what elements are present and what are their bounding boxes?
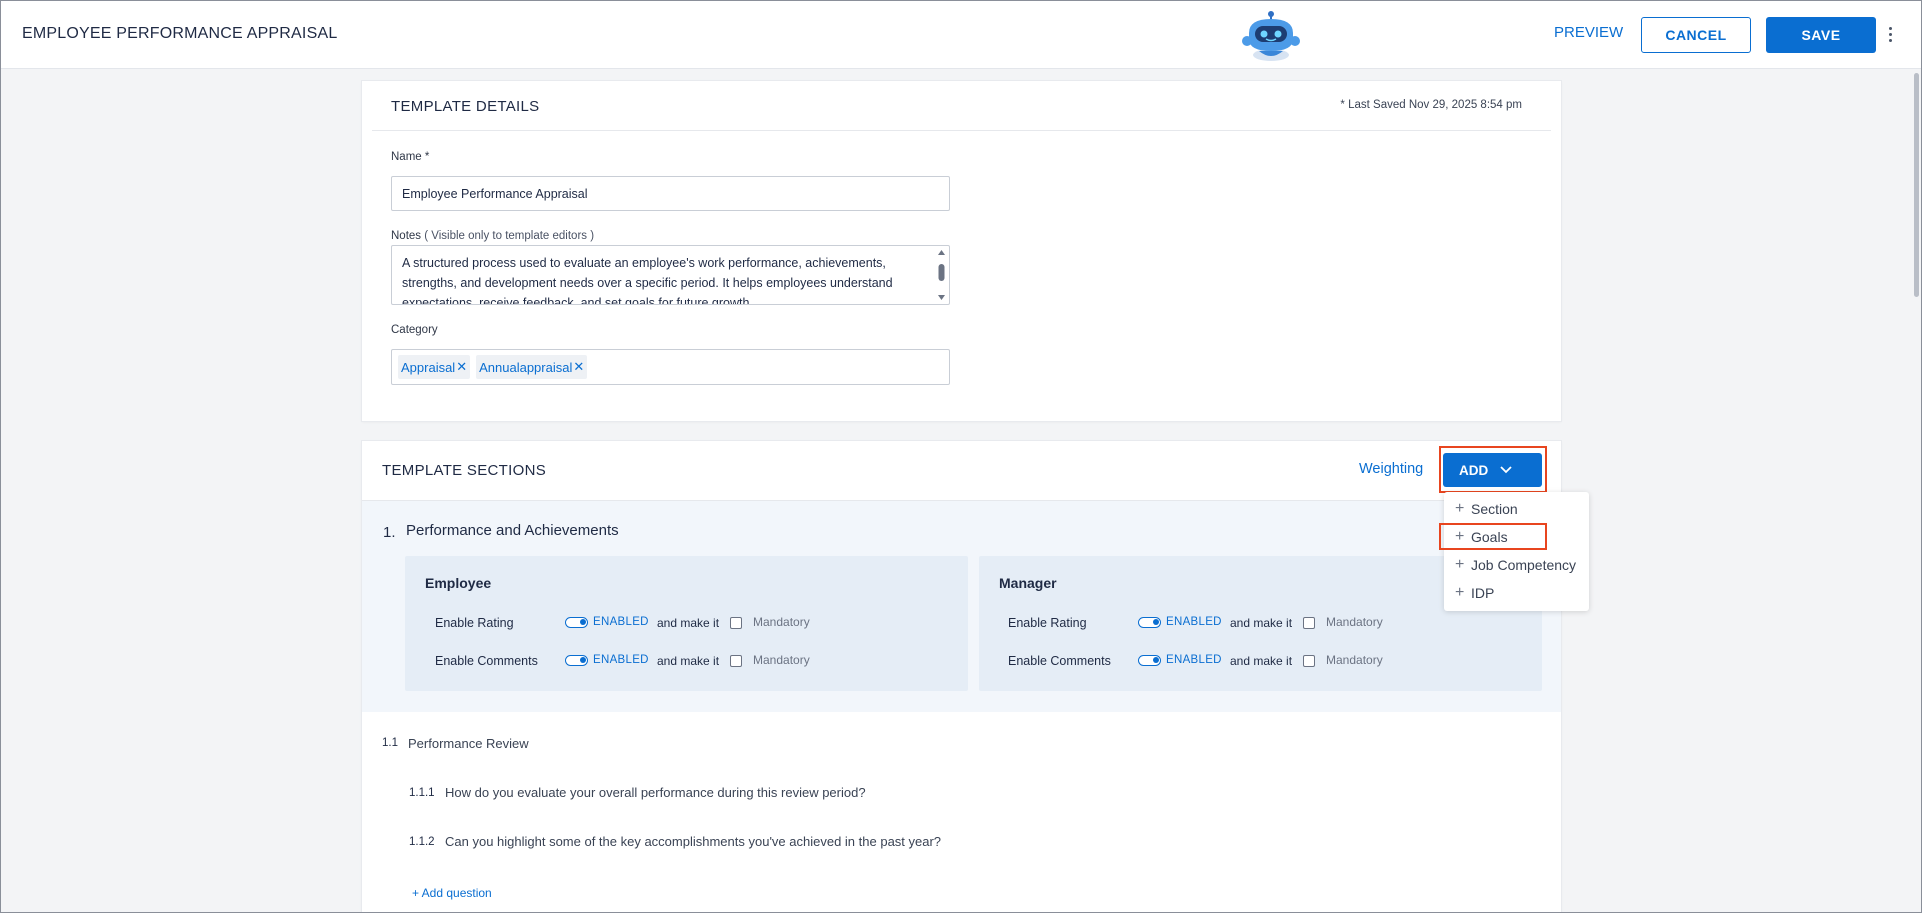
- rating-mandatory-checkbox[interactable]: [730, 617, 742, 629]
- question-number: 1.1.1: [409, 787, 435, 799]
- subsection-number: 1.1: [382, 737, 398, 749]
- add-button-label: ADD: [1459, 462, 1489, 478]
- textarea-scrollbar[interactable]: [937, 249, 946, 301]
- mandatory-label: Mandatory: [1326, 653, 1383, 667]
- employee-panel-title: Employee: [425, 575, 492, 591]
- plus-icon: +: [1455, 556, 1465, 573]
- notes-text: A structured process used to evaluate an…: [402, 256, 893, 305]
- menu-item-idp[interactable]: + IDP: [1455, 584, 1494, 602]
- cancel-button[interactable]: CANCEL: [1641, 17, 1751, 53]
- subsection-title[interactable]: Performance Review: [408, 736, 529, 751]
- section-number: 1.: [383, 524, 396, 541]
- add-dropdown-menu: + Section + Goals + Job Competency + IDP: [1444, 492, 1589, 611]
- robot-mascot-logo: [1242, 11, 1300, 61]
- question-number: 1.1.2: [409, 836, 435, 848]
- comments-mandatory-checkbox[interactable]: [1303, 655, 1315, 667]
- mandatory-label: Mandatory: [753, 615, 810, 629]
- comments-enabled-text: ENABLED: [593, 654, 649, 666]
- notes-hint: ( Visible only to template editors ): [421, 230, 595, 242]
- menu-item-label: IDP: [1471, 585, 1495, 601]
- comments-toggle[interactable]: [565, 655, 588, 666]
- menu-item-job-competency[interactable]: + Job Competency: [1455, 556, 1576, 574]
- template-details-title: TEMPLATE DETAILS: [391, 98, 540, 115]
- notes-textarea[interactable]: A structured process used to evaluate an…: [391, 245, 950, 305]
- template-sections-title: TEMPLATE SECTIONS: [382, 462, 547, 479]
- comments-enabled-text: ENABLED: [1166, 654, 1222, 666]
- page-title: EMPLOYEE PERFORMANCE APPRAISAL: [22, 25, 338, 42]
- goals-item-highlight: [1439, 523, 1547, 550]
- name-label: Name *: [391, 151, 430, 163]
- rating-mandatory-checkbox[interactable]: [1303, 617, 1315, 629]
- category-chip: Appraisal ✕: [398, 355, 471, 379]
- question-text[interactable]: How do you evaluate your overall perform…: [445, 785, 866, 800]
- remove-chip-icon[interactable]: ✕: [456, 359, 467, 375]
- more-options-icon[interactable]: [1889, 27, 1895, 43]
- mandatory-label: Mandatory: [753, 653, 810, 667]
- weighting-link[interactable]: Weighting: [1359, 461, 1423, 477]
- rating-toggle[interactable]: [1138, 617, 1161, 628]
- manager-panel-title: Manager: [999, 575, 1057, 591]
- last-saved-text: * Last Saved Nov 29, 2025 8:54 pm: [1340, 99, 1522, 111]
- plus-icon: +: [1455, 500, 1465, 517]
- enable-comments-label: Enable Comments: [1008, 654, 1111, 668]
- comments-mandatory-checkbox[interactable]: [730, 655, 742, 667]
- remove-chip-icon[interactable]: ✕: [573, 359, 584, 375]
- comments-toggle[interactable]: [1138, 655, 1161, 666]
- template-details-card: TEMPLATE DETAILS * Last Saved Nov 29, 20…: [362, 81, 1561, 421]
- make-it-text: and make it: [1230, 654, 1293, 668]
- menu-item-label: Section: [1471, 501, 1518, 517]
- category-chip: Annualappraisal ✕: [476, 355, 588, 379]
- top-bar: EMPLOYEE PERFORMANCE APPRAISAL PREVIEW C…: [1, 1, 1921, 69]
- notes-label: Notes ( Visible only to template editors…: [391, 230, 594, 242]
- mandatory-label: Mandatory: [1326, 615, 1383, 629]
- add-dropdown-button[interactable]: ADD: [1443, 453, 1542, 487]
- name-input[interactable]: Employee Performance Appraisal: [391, 176, 950, 211]
- add-question-link[interactable]: + Add question: [412, 886, 492, 900]
- divider: [372, 130, 1551, 131]
- plus-icon: +: [1455, 584, 1465, 601]
- page-scrollbar-thumb[interactable]: [1914, 73, 1919, 297]
- enable-rating-label: Enable Rating: [435, 616, 514, 630]
- category-chip-label: Annualappraisal: [479, 359, 573, 375]
- category-chip-label: Appraisal: [401, 359, 456, 375]
- save-button[interactable]: SAVE: [1766, 17, 1876, 53]
- preview-link[interactable]: PREVIEW: [1554, 24, 1623, 41]
- app-window: EMPLOYEE PERFORMANCE APPRAISAL PREVIEW C…: [0, 0, 1922, 913]
- chevron-down-icon: [1500, 466, 1512, 474]
- section-title[interactable]: Performance and Achievements: [406, 522, 619, 539]
- employee-settings-panel: Employee Enable Rating ENABLED and make …: [405, 556, 968, 691]
- enable-comments-label: Enable Comments: [435, 654, 538, 668]
- make-it-text: and make it: [657, 616, 720, 630]
- rating-enabled-text: ENABLED: [1166, 616, 1222, 628]
- enable-rating-label: Enable Rating: [1008, 616, 1087, 630]
- menu-item-label: Job Competency: [1471, 557, 1577, 573]
- rating-enabled-text: ENABLED: [593, 616, 649, 628]
- rating-toggle[interactable]: [565, 617, 588, 628]
- menu-item-section[interactable]: + Section: [1455, 500, 1518, 518]
- question-text[interactable]: Can you highlight some of the key accomp…: [445, 834, 941, 849]
- notes-label-text: Notes: [391, 230, 422, 242]
- category-input[interactable]: Appraisal ✕ Annualappraisal ✕: [391, 349, 950, 385]
- make-it-text: and make it: [1230, 616, 1293, 630]
- make-it-text: and make it: [657, 654, 720, 668]
- category-label: Category: [391, 324, 438, 336]
